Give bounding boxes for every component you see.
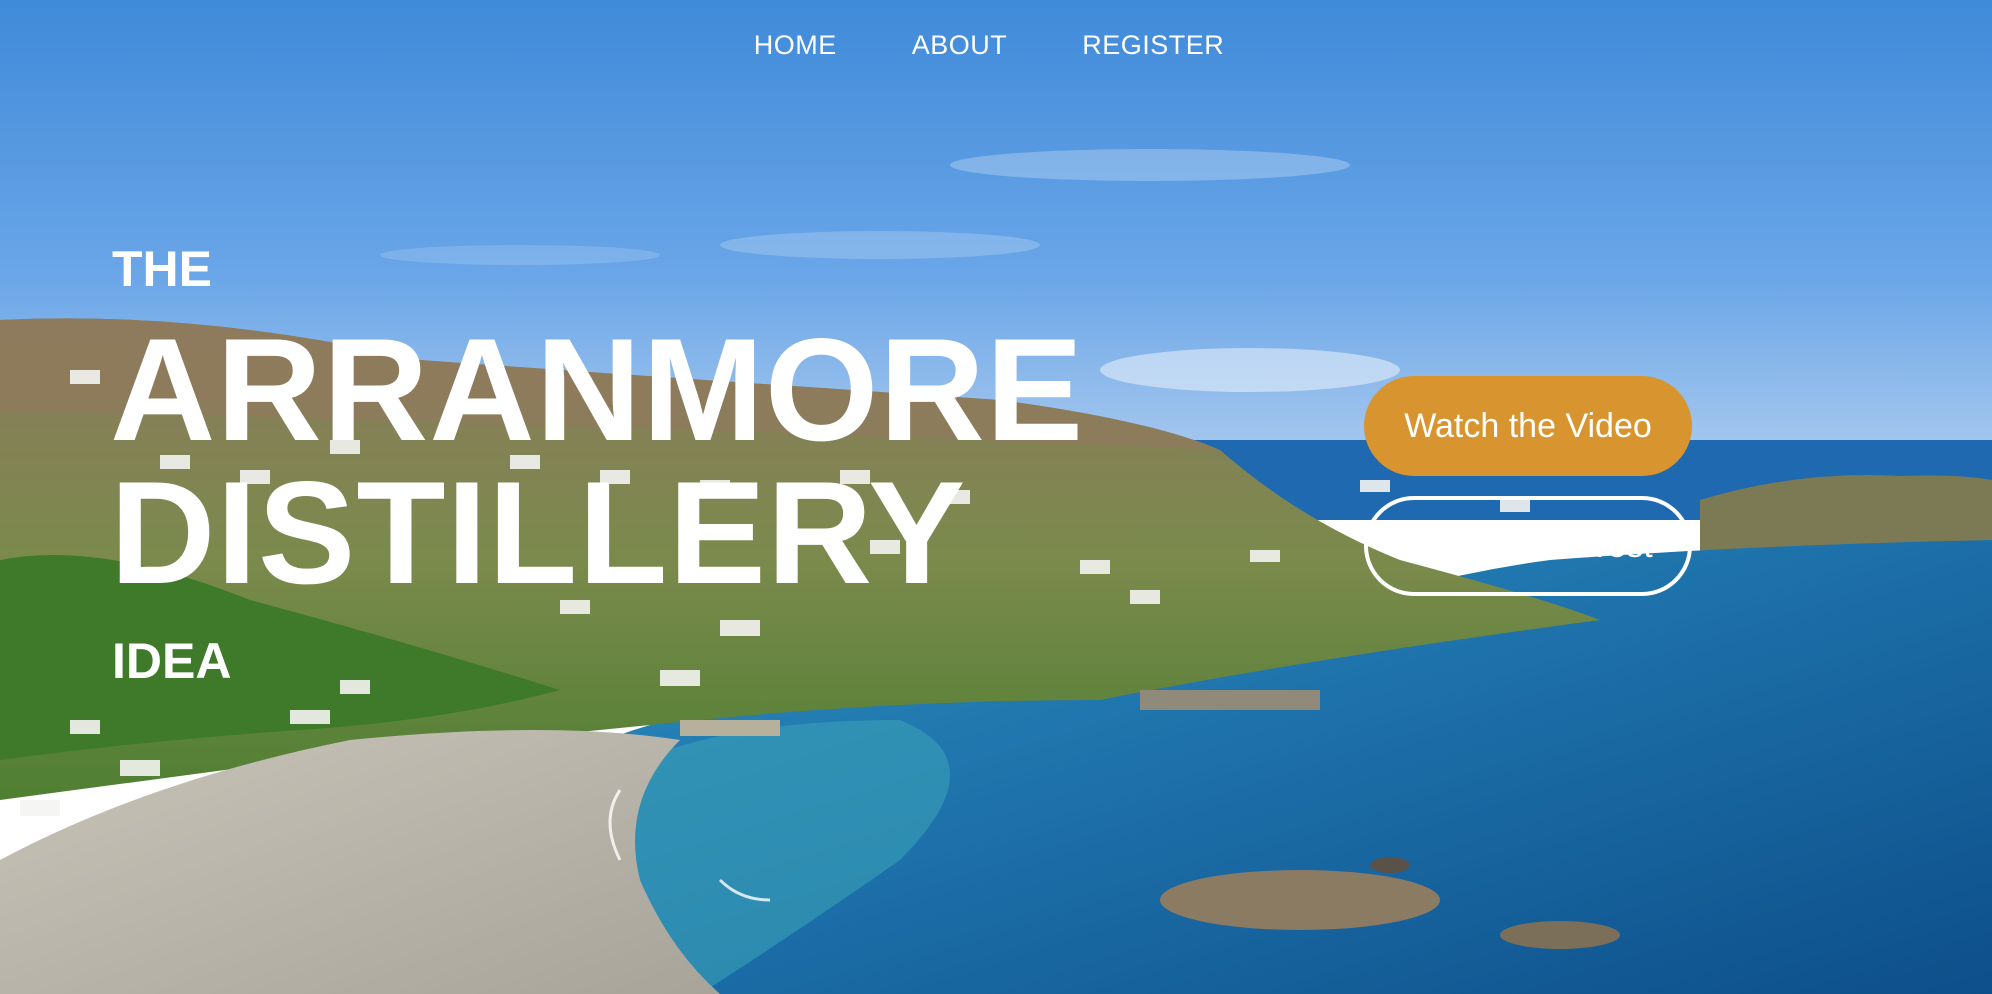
watch-video-button[interactable]: Watch the Video	[1364, 376, 1692, 476]
nav-home-link[interactable]: HOME	[754, 30, 837, 61]
register-interest-button[interactable]: Register Interest	[1364, 496, 1692, 596]
hero-subtitle: IDEA	[112, 633, 232, 689]
top-navigation: HOME ABOUT REGISTER	[0, 30, 1992, 61]
hero-title-line1: ARRANMORE	[110, 308, 1085, 471]
nav-links: HOME ABOUT REGISTER	[754, 30, 1225, 61]
hero-title: ARRANMORE DISTILLERY	[110, 308, 1085, 615]
hero-page: HOME ABOUT REGISTER THE ARRANMORE DISTIL…	[0, 0, 1992, 994]
nav-about-link[interactable]: ABOUT	[912, 30, 1008, 61]
hero-kicker: THE	[112, 241, 212, 297]
nav-register-link[interactable]: REGISTER	[1082, 30, 1224, 61]
hero-title-line2: DISTILLERY	[110, 451, 967, 615]
